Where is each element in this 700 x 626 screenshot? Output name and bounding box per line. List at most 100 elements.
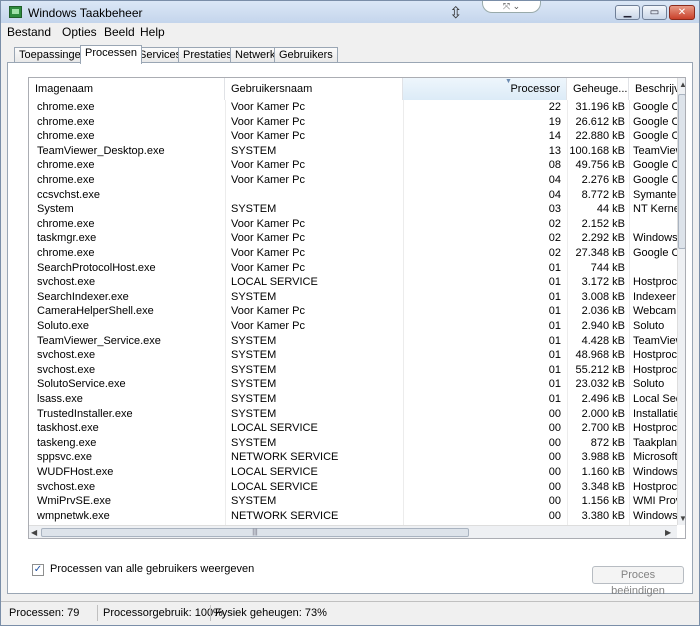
scroll-up-icon[interactable]: ▲ (679, 80, 685, 89)
process-row[interactable]: WmiPrvSE.exe SYSTEM 00 1.156 kB WMI Prov (29, 494, 677, 509)
process-row[interactable]: taskhost.exe LOCAL SERVICE 00 2.700 kB Hostp… (29, 421, 677, 436)
task-manager-window: Windows Taakbeheer ⇳ ⤧ ⌄ ▁ ▭ ✕ Bestand O… (0, 0, 700, 626)
horizontal-scrollbar[interactable]: ◀ ||| ▶ (29, 525, 677, 538)
title-bar[interactable]: Windows Taakbeheer ⇳ ⤧ ⌄ ▁ ▭ ✕ (1, 1, 699, 23)
process-row[interactable]: svchost.exe SYSTEM 01 55.212 kB Hostproc (29, 363, 677, 378)
process-row[interactable]: SolutoService.exe SYSTEM 01 23.032 kB Soluto (29, 377, 677, 392)
memory-usage-cell: 27.348 kB (575, 247, 625, 259)
process-row[interactable]: sppsvc.exe NETWORK SERVICE 00 3.988 kB Micro… (29, 450, 677, 465)
memory-usage-cell: 2.292 kB (581, 232, 625, 245)
cpu-usage-cell: 01 (548, 378, 561, 391)
process-row[interactable]: taskmgr.exe Voor Kamer Pc 02 2.292 kB Window… (29, 231, 677, 246)
cpu-usage-cell: 01 (548, 334, 561, 347)
menu-opties[interactable]: Opties (62, 25, 97, 39)
column-imagenaam[interactable]: Imagenaam (29, 78, 225, 100)
process-row[interactable]: TrustedInstaller.exe SYSTEM 00 2.000 kB Inst… (29, 407, 677, 422)
cpu-usage-cell: 01 (548, 349, 561, 362)
user-name-cell: LOCAL SERVICE (231, 466, 318, 478)
description-cell: Installatie (633, 407, 677, 420)
description-cell: Google C (633, 174, 677, 186)
cpu-usage-cell: 19 (548, 115, 561, 128)
memory-usage-cell: 3.380 kB (581, 509, 625, 522)
memory-usage-cell: 872 kB (590, 436, 625, 449)
user-name-cell: SYSTEM (231, 407, 277, 420)
process-row[interactable]: svchost.exe SYSTEM 01 48.968 kB Hostproc (29, 348, 677, 363)
menu-beeld[interactable]: Beeld (104, 25, 135, 39)
process-row[interactable]: chrome.exe Voor Kamer Pc 19 26.612 kB Google… (29, 115, 677, 130)
user-name-cell: Voor Kamer Pc (231, 159, 305, 172)
status-memory: Fysiek geheugen: 73% (215, 607, 327, 619)
scroll-left-icon[interactable]: ◀ (31, 528, 37, 537)
process-row[interactable]: svchost.exe LOCAL SERVICE 00 3.348 kB Hostpr… (29, 480, 677, 495)
process-row[interactable]: CameraHelperShell.exe Voor Kamer Pc 01 2.03… (29, 304, 677, 319)
process-row[interactable]: ccsvchst.exe 04 8.772 kB Symantec (29, 188, 677, 203)
close-button[interactable]: ✕ (669, 5, 695, 20)
description-cell: Hostproc (633, 349, 677, 362)
process-row[interactable]: SearchProtocolHost.exe Voor Kamer Pc 01 744… (29, 261, 677, 276)
process-row[interactable]: wmpnetwk.exe NETWORK SERVICE 00 3.380 kB Win… (29, 509, 677, 524)
memory-usage-cell: 2.000 kB (581, 407, 625, 420)
minimize-button[interactable]: ▁ (615, 5, 640, 20)
status-bar: Processen: 79 Processorgebruik: 100% Fys… (1, 601, 699, 625)
image-name-cell: System (37, 203, 74, 216)
maximize-button[interactable]: ▭ (642, 5, 667, 20)
cpu-usage-cell: 04 (548, 174, 561, 186)
user-name-cell: SYSTEM (231, 144, 277, 157)
memory-usage-cell: 2.940 kB (581, 320, 625, 332)
image-name-cell: TeamViewer_Service.exe (37, 334, 161, 347)
image-name-cell: chrome.exe (37, 115, 95, 128)
snap-pill-icon[interactable]: ⤧ ⌄ (482, 1, 541, 13)
cpu-usage-cell: 14 (548, 130, 561, 143)
column-processor[interactable]: Processor (403, 78, 567, 100)
user-name-cell: Voor Kamer Pc (231, 261, 305, 274)
process-row[interactable]: TeamViewer_Desktop.exe SYSTEM 13 100.168 kB… (29, 144, 677, 159)
horizontal-scroll-thumb[interactable]: ||| (41, 528, 469, 537)
user-name-cell: LOCAL SERVICE (231, 276, 318, 289)
tab-strip: Toepassingen Processen Services Prestati… (1, 45, 699, 64)
user-name-cell: SYSTEM (231, 349, 277, 362)
user-name-cell: NETWORK SERVICE (231, 509, 339, 522)
process-row[interactable]: Soluto.exe Voor Kamer Pc 01 2.940 kB Soluto (29, 319, 677, 334)
process-row[interactable]: chrome.exe Voor Kamer Pc 14 22.880 kB Google… (29, 129, 677, 144)
column-beschrijving[interactable]: Beschrijv (629, 78, 677, 100)
process-row[interactable]: svchost.exe LOCAL SERVICE 01 3.172 kB Hostpr… (29, 275, 677, 290)
process-row[interactable]: chrome.exe Voor Kamer Pc 02 27.348 kB Google… (29, 246, 677, 261)
user-name-cell: SYSTEM (231, 290, 277, 303)
process-row[interactable]: WUDFHost.exe LOCAL SERVICE 00 1.160 kB Windo… (29, 465, 677, 480)
process-row[interactable]: taskeng.exe SYSTEM 00 872 kB Taakplan (29, 436, 677, 451)
memory-usage-cell: 55.212 kB (575, 363, 625, 376)
image-name-cell: svchost.exe (37, 349, 96, 362)
end-process-button[interactable]: Proces beëindigen (592, 566, 684, 597)
description-cell: Microsoft (633, 451, 677, 464)
sort-arrow-icon: ▼ (505, 78, 512, 85)
process-row[interactable]: chrome.exe Voor Kamer Pc 04 2.276 kB Google … (29, 173, 677, 188)
process-row[interactable]: chrome.exe Voor Kamer Pc 02 2.152 kB (29, 217, 677, 232)
memory-usage-cell: 2.276 kB (581, 174, 625, 186)
menu-help[interactable]: Help (140, 25, 165, 39)
process-row[interactable]: chrome.exe Voor Kamer Pc 08 49.756 kB Google… (29, 158, 677, 173)
description-cell: Soluto (633, 320, 665, 332)
tab-processen[interactable]: Processen (80, 45, 142, 64)
process-row[interactable]: SearchIndexer.exe SYSTEM 01 3.008 kB Indexee… (29, 290, 677, 305)
menu-bestand[interactable]: Bestand (7, 25, 51, 39)
memory-usage-cell: 3.348 kB (581, 480, 625, 493)
process-row[interactable]: System SYSTEM 03 44 kB NT Kerne (29, 202, 677, 217)
user-name-cell: SYSTEM (231, 203, 277, 216)
show-all-users-checkbox[interactable]: ✓ (32, 564, 44, 576)
process-row[interactable]: TeamViewer_Service.exe SYSTEM 01 4.428 kB Te… (29, 334, 677, 349)
process-row[interactable]: chrome.exe Voor Kamer Pc 22 31.196 kB Google… (29, 100, 677, 115)
column-geheugen[interactable]: Geheuge... (567, 78, 629, 100)
vertical-scroll-thumb[interactable] (678, 94, 685, 249)
cpu-usage-cell: 02 (548, 247, 561, 259)
description-cell (633, 217, 677, 232)
process-row[interactable]: lsass.exe SYSTEM 01 2.496 kB Local Sec (29, 392, 677, 407)
vertical-scrollbar[interactable]: ▲ ▼ (677, 78, 685, 525)
column-gebruikersnaam[interactable]: Gebruikersnaam (225, 78, 403, 100)
memory-usage-cell: 3.172 kB (581, 276, 625, 289)
process-list[interactable]: Imagenaam Gebruikersnaam Processor ▼ Geh… (28, 77, 686, 539)
show-all-users-label[interactable]: Processen van alle gebruikers weergeven (50, 563, 254, 575)
scroll-down-icon[interactable]: ▼ (679, 514, 685, 523)
memory-usage-cell: 31.196 kB (575, 101, 625, 113)
scroll-right-icon[interactable]: ▶ (665, 528, 671, 537)
image-name-cell: taskeng.exe (37, 436, 97, 449)
